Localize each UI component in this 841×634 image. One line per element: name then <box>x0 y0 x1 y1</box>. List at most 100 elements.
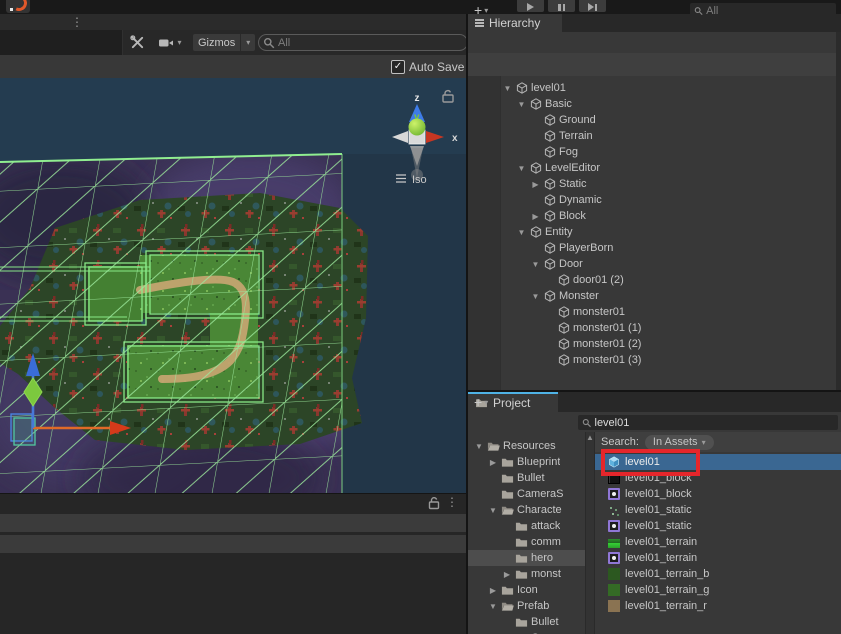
bottom-panel-row[interactable] <box>0 514 466 532</box>
project-folder-item[interactable]: Bullet <box>468 470 585 486</box>
scene-search-input[interactable] <box>278 37 463 49</box>
expand-arrow-icon[interactable]: ▼ <box>516 228 527 237</box>
project-result-item[interactable]: level01_block <box>595 470 841 486</box>
hierarchy-search-field[interactable] <box>690 3 836 18</box>
hierarchy-item[interactable]: Fog <box>468 144 836 160</box>
scene-camera-button[interactable]: ▾ <box>151 33 189 52</box>
pause-button[interactable] <box>548 0 575 12</box>
expand-arrow-icon[interactable]: ▼ <box>488 602 498 611</box>
expand-arrow-icon[interactable]: ▼ <box>516 100 527 109</box>
play-button[interactable] <box>517 0 544 12</box>
bottom-panel-row[interactable] <box>0 535 466 553</box>
project-folder-item[interactable]: ▶monst <box>468 566 585 582</box>
project-result-item[interactable]: level01_block <box>595 486 841 502</box>
hierarchy-item[interactable]: ▶ Static <box>468 176 836 192</box>
camera-icon <box>158 37 174 49</box>
hierarchy-item[interactable]: monster01 (3) <box>468 352 836 368</box>
project-result-item[interactable]: level01_terrain_b <box>595 566 841 582</box>
project-create-button[interactable]: + ▾ <box>474 394 488 410</box>
scene-more-options-icon[interactable]: ⋮ <box>71 16 83 28</box>
expand-arrow-icon[interactable]: ▼ <box>530 292 541 301</box>
hierarchy-item[interactable]: PlayerBorn <box>468 240 836 256</box>
project-result-item[interactable]: level01_static <box>595 502 841 518</box>
project-result-item[interactable]: level01_terrain <box>595 550 841 566</box>
expand-arrow-icon[interactable]: ▼ <box>516 164 527 173</box>
gameobject-icon <box>544 194 556 206</box>
y-axis-ball[interactable] <box>409 119 426 136</box>
gameobject-icon <box>544 178 556 190</box>
gameobject-icon <box>516 82 528 94</box>
hierarchy-item[interactable]: ▼Monster <box>468 288 836 304</box>
hierarchy-item[interactable]: Terrain <box>468 128 836 144</box>
expand-arrow-icon[interactable]: ▶ <box>488 458 498 467</box>
project-result-item[interactable]: level01 <box>595 454 841 470</box>
search-scope-label: Search: <box>601 436 639 448</box>
project-folder-item[interactable]: ▼Resources <box>468 438 585 454</box>
hierarchy-item[interactable]: ▼LevelEditor <box>468 160 836 176</box>
sprite-icon <box>608 488 620 500</box>
project-result-item[interactable]: level01_terrain_g <box>595 582 841 598</box>
project-folder-item[interactable]: attack <box>468 518 585 534</box>
tools-button[interactable] <box>126 33 148 52</box>
project-folder-item[interactable]: ▼Characte <box>468 502 585 518</box>
hierarchy-scrollbar[interactable] <box>836 32 841 390</box>
hierarchy-item[interactable]: door01 (2) <box>468 272 836 288</box>
toolbar-plugin-icon[interactable] <box>6 0 30 13</box>
expand-arrow-icon[interactable]: ▼ <box>530 260 541 269</box>
hierarchy-item[interactable]: monster01 <box>468 304 836 320</box>
project-result-item[interactable]: level01_static <box>595 518 841 534</box>
project-search-field[interactable] <box>578 415 838 430</box>
search-icon <box>582 418 592 428</box>
project-folder-item[interactable]: Comm <box>468 630 585 634</box>
search-scope-dropdown[interactable]: In Assets ▾ <box>645 435 714 450</box>
create-dropdown-icon: ▾ <box>484 6 488 15</box>
scene-search-field[interactable] <box>258 34 468 51</box>
project-pane-scrollbar[interactable]: ▲ <box>585 432 595 634</box>
hierarchy-search-input[interactable] <box>706 5 832 17</box>
expand-arrow-icon[interactable]: ▼ <box>474 442 484 451</box>
hierarchy-item-label: PlayerBorn <box>559 242 613 254</box>
project-folder-item[interactable]: ▶Blueprint <box>468 454 585 470</box>
hierarchy-item[interactable]: Ground <box>468 112 836 128</box>
folder-open-icon <box>501 600 514 613</box>
hierarchy-item[interactable]: monster01 (2) <box>468 336 836 352</box>
step-button[interactable] <box>579 0 606 12</box>
hierarchy-item-label: Dynamic <box>559 194 602 206</box>
hierarchy-item[interactable]: ▼Entity <box>468 224 836 240</box>
project-folder-item[interactable]: CameraS <box>468 486 585 502</box>
project-folder-label: hero <box>531 552 553 564</box>
expand-arrow-icon[interactable]: ▼ <box>502 84 513 93</box>
folder-open-icon <box>487 440 500 453</box>
project-results-pane: Search: In Assets ▾ level01level01_block… <box>595 432 841 634</box>
project-result-item[interactable]: level01_terrain <box>595 534 841 550</box>
hierarchy-create-button[interactable]: + ▾ <box>474 2 488 18</box>
project-folder-item[interactable]: Bullet <box>468 614 585 630</box>
hierarchy-item[interactable]: Dynamic <box>468 192 836 208</box>
expand-arrow-icon[interactable]: ▶ <box>530 212 541 221</box>
panel-more-options-icon[interactable]: ⋮ <box>446 496 458 508</box>
scene-viewport[interactable]: z y x Iso <box>0 78 467 493</box>
expand-arrow-icon[interactable]: ▶ <box>530 180 541 189</box>
hierarchy-item[interactable]: ▼Door <box>468 256 836 272</box>
project-search-input[interactable] <box>595 417 835 429</box>
project-folder-item[interactable]: hero <box>468 550 585 566</box>
hierarchy-item[interactable]: ▼level01 <box>468 80 836 96</box>
panel-lock-icon[interactable] <box>427 496 441 510</box>
expand-arrow-icon[interactable]: ▼ <box>488 506 498 515</box>
expand-arrow-icon[interactable]: ▶ <box>488 586 498 595</box>
auto-save-checkbox[interactable]: ✓ <box>391 60 405 74</box>
project-folder-item[interactable]: comm <box>468 534 585 550</box>
gizmos-dropdown[interactable]: Gizmos ▾ <box>193 34 255 51</box>
hierarchy-item[interactable]: ▶Block <box>468 208 836 224</box>
project-result-item[interactable]: level01_terrain_r <box>595 598 841 614</box>
hierarchy-item-label: Static <box>559 178 587 190</box>
gizmos-label: Gizmos <box>198 37 235 49</box>
folder-icon <box>501 472 514 485</box>
project-folder-item[interactable]: ▼Prefab <box>468 598 585 614</box>
expand-arrow-icon[interactable]: ▶ <box>502 570 512 579</box>
project-folder-item[interactable]: ▶Icon <box>468 582 585 598</box>
sprite-icon <box>608 552 620 564</box>
hierarchy-item[interactable]: monster01 (1) <box>468 320 836 336</box>
scroll-up-icon[interactable]: ▲ <box>586 432 594 444</box>
hierarchy-item[interactable]: ▼Basic <box>468 96 836 112</box>
